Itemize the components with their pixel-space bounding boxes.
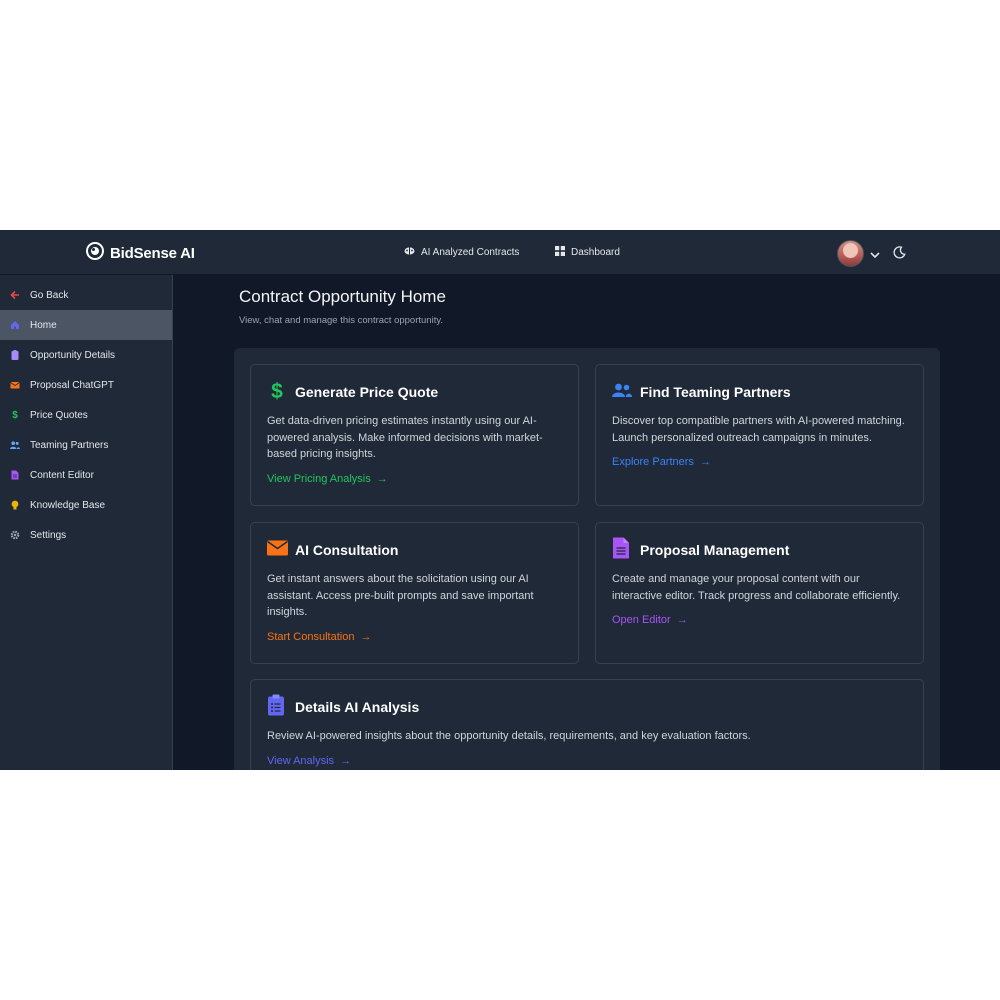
sidebar-item-label: Settings — [30, 529, 67, 541]
home-icon — [10, 320, 20, 330]
eye-logo-icon — [86, 242, 104, 265]
page-title: Contract Opportunity Home — [239, 287, 446, 306]
link-label: Start Consultation — [267, 630, 355, 643]
brand-name: BidSense AI — [110, 245, 195, 262]
grid-icon — [555, 246, 565, 259]
card-title: Proposal Management — [640, 542, 790, 558]
nav-dashboard[interactable]: Dashboard — [555, 246, 620, 259]
document-icon — [612, 537, 632, 564]
card-description: Get instant answers about the solicitati… — [267, 573, 534, 618]
link-label: Explore Partners — [612, 456, 694, 468]
chevron-down-icon[interactable] — [869, 247, 881, 265]
card-title: AI Consultation — [295, 542, 399, 558]
open-editor-link[interactable]: Open Editor → — [612, 614, 688, 626]
card-title: Generate Price Quote — [295, 384, 439, 400]
brand-logo[interactable]: BidSense AI — [86, 242, 195, 265]
page-subtitle: View, chat and manage this contract oppo… — [239, 315, 444, 326]
sidebar-item-knowledge-base[interactable]: Knowledge Base — [0, 490, 172, 520]
sidebar-item-label: Teaming Partners — [30, 439, 109, 451]
sidebar-item-teaming-partners[interactable]: Teaming Partners — [0, 430, 172, 460]
sidebar-item-label: Content Editor — [30, 469, 94, 481]
dollar-icon: $ — [12, 409, 18, 421]
card-details-ai-analysis: Details AI Analysis Review AI-powered in… — [250, 679, 924, 770]
sidebar-item-content-editor[interactable]: Content Editor — [0, 460, 172, 490]
moon-icon[interactable] — [893, 246, 906, 264]
sidebar-item-opportunity-details[interactable]: Opportunity Details — [0, 340, 172, 370]
card-description: Discover top compatible partners with AI… — [612, 415, 905, 444]
card-title: Details AI Analysis — [295, 699, 420, 715]
link-label: Open Editor — [612, 614, 671, 626]
sidebar-item-label: Go Back — [30, 289, 69, 301]
arrow-right-icon: → — [360, 630, 372, 643]
arrow-right-icon: → — [376, 472, 388, 485]
lightbulb-icon — [10, 500, 20, 510]
user-avatar[interactable] — [837, 240, 864, 267]
sidebar-item-label: Home — [30, 319, 57, 331]
link-label: View Analysis — [267, 754, 335, 767]
users-icon — [10, 440, 20, 450]
clipboard-icon — [10, 350, 20, 360]
app-window: BidSense AI AI Analyzed Contracts Dashbo… — [0, 230, 1000, 770]
nav-label: Dashboard — [571, 247, 620, 258]
card-ai-consultation: AI Consultation Get instant answers abou… — [250, 522, 579, 664]
sidebar-item-home[interactable]: Home — [0, 310, 172, 340]
card-generate-price-quote: $ Generate Price Quote Get data-driven p… — [250, 364, 579, 506]
start-consultation-link[interactable]: Start Consultation → — [267, 631, 371, 643]
card-title: Find Teaming Partners — [640, 384, 791, 400]
card-description: Create and manage your proposal content … — [612, 573, 901, 602]
sidebar-item-label: Proposal ChatGPT — [30, 379, 114, 391]
view-analysis-link[interactable]: View Analysis → — [267, 755, 351, 767]
feature-panel: $ Generate Price Quote Get data-driven p… — [234, 348, 940, 770]
gear-icon — [10, 530, 20, 540]
sidebar-item-label: Price Quotes — [30, 409, 88, 421]
arrow-right-icon: → — [699, 456, 711, 468]
dollar-icon: $ — [271, 380, 283, 403]
card-description: Get data-driven pricing estimates instan… — [267, 415, 543, 460]
sidebar-item-proposal-chatgpt[interactable]: Proposal ChatGPT — [0, 370, 172, 400]
top-navbar: BidSense AI AI Analyzed Contracts Dashbo… — [0, 230, 1000, 275]
explore-partners-link[interactable]: Explore Partners → — [612, 456, 711, 468]
nav-label: AI Analyzed Contracts — [421, 247, 520, 258]
sidebar-item-go-back[interactable]: Go Back — [0, 280, 172, 310]
card-find-teaming-partners: Find Teaming Partners Discover top compa… — [595, 364, 924, 506]
users-icon — [612, 382, 632, 403]
sidebar: Go Back Home Opportunity Details Proposa… — [0, 275, 173, 770]
sidebar-item-label: Knowledge Base — [30, 499, 106, 511]
link-label: View Pricing Analysis — [267, 472, 371, 485]
arrow-right-icon: → — [676, 614, 688, 626]
arrow-right-icon: → — [340, 754, 352, 767]
card-proposal-management: Proposal Management Create and manage yo… — [595, 522, 924, 664]
envelope-icon — [267, 540, 288, 561]
document-icon — [10, 470, 20, 480]
card-description: Review AI-powered insights about the opp… — [267, 730, 751, 742]
sidebar-item-price-quotes[interactable]: $ Price Quotes — [0, 400, 172, 430]
nav-ai-analyzed-contracts[interactable]: AI Analyzed Contracts — [404, 246, 519, 259]
clipboard-icon — [267, 694, 287, 721]
arrow-left-icon — [10, 290, 20, 300]
sidebar-item-settings[interactable]: Settings — [0, 520, 172, 550]
sidebar-item-label: Opportunity Details — [30, 349, 116, 361]
view-pricing-analysis-link[interactable]: View Pricing Analysis → — [267, 473, 388, 485]
envelope-icon — [10, 380, 20, 390]
brain-icon — [404, 246, 415, 259]
